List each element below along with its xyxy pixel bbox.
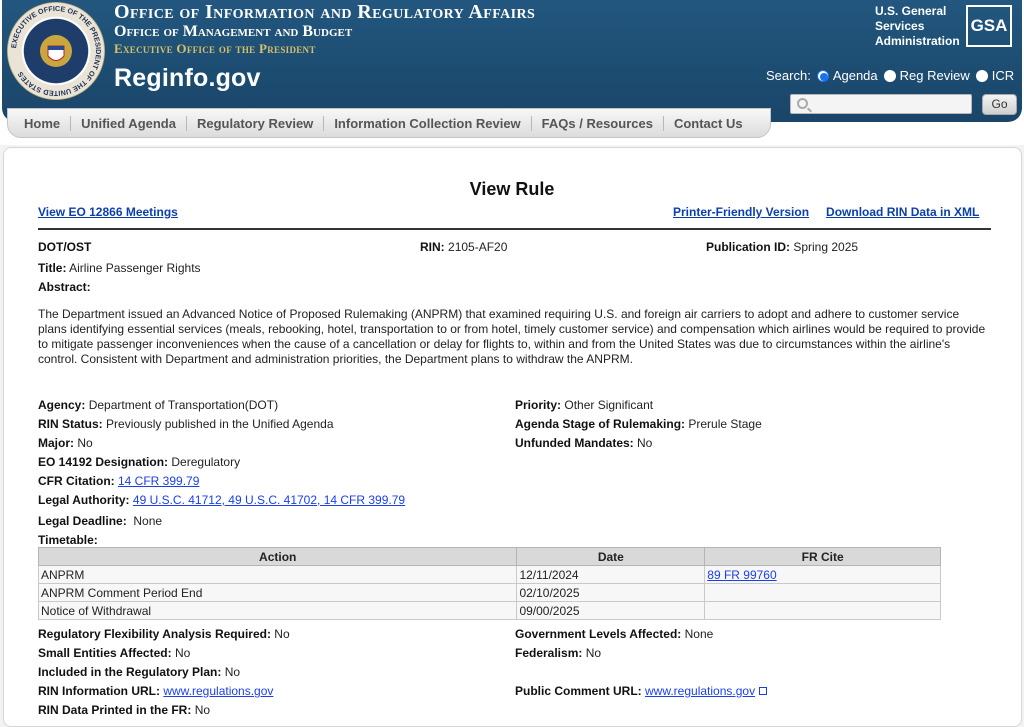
action-cell: ANPRM: [37, 565, 518, 584]
public-comment-url-field: Public Comment URL: www.regulations.gov: [515, 684, 768, 698]
search-radio-icr[interactable]: [975, 69, 988, 82]
eop-title: Executive Office of the President: [114, 41, 316, 56]
agenda-stage-field: Agenda Stage of Rulemaking: Prerule Stag…: [515, 417, 762, 431]
rin-status-field: RIN Status: Previously published in the …: [38, 417, 334, 431]
action-cell: ANPRM Comment Period End: [37, 583, 518, 602]
rin-info-url-link[interactable]: www.regulations.gov: [163, 684, 273, 698]
cfr-citation-field: CFR Citation: 14 CFR 399.79: [38, 474, 200, 488]
eo-designation-field: EO 14192 Designation: Deregulatory: [38, 455, 241, 469]
rin-info-url-field: RIN Information URL: www.regulations.gov: [38, 684, 274, 698]
major-field: Major: No: [38, 436, 93, 450]
search-type-selector: Search: Agenda Reg Review ICR: [766, 68, 1014, 83]
date-cell: 02/10/2025: [516, 583, 706, 602]
title-field: Title: Airline Passenger Rights: [38, 261, 201, 275]
fr-cite-cell: [704, 583, 941, 602]
search-option-agenda-label[interactable]: Agenda: [833, 68, 878, 83]
omb-title: Office of Management and Budget: [114, 23, 353, 40]
date-cell: 12/11/2024: [516, 565, 706, 584]
site-name-link[interactable]: Reginfo.gov: [114, 64, 261, 93]
small-entities-field: Small Entities Affected: No: [38, 646, 191, 660]
nav-unified-agenda[interactable]: Unified Agenda: [71, 115, 187, 131]
go-button[interactable]: Go: [982, 94, 1017, 115]
date-cell: 09/00/2025: [516, 601, 706, 620]
regulatory-plan-field: Included in the Regulatory Plan: No: [38, 665, 241, 679]
agency-field: Agency: Department of Transportation(DOT…: [38, 398, 279, 412]
column-header-fr-cite: FR Cite: [704, 547, 941, 566]
nav-contact-us[interactable]: Contact Us: [664, 116, 753, 131]
timetable-table: Action Date FR Cite ANPRM 12/11/2024 89 …: [37, 547, 941, 620]
reg-flex-analysis-field: Regulatory Flexibility Analysis Required…: [38, 627, 290, 641]
fr-cite-cell: [704, 601, 941, 620]
search-label: Search:: [766, 68, 811, 83]
government-levels-field: Government Levels Affected: None: [515, 627, 714, 641]
office-title: Office of Information and Regulatory Aff…: [114, 1, 536, 23]
rin-field: RIN: 2105-AF20: [420, 240, 508, 254]
search-option-icr-label[interactable]: ICR: [992, 68, 1014, 83]
page-title: View Rule: [469, 179, 555, 199]
rin-printed-fr-field: RIN Data Printed in the FR: No: [38, 703, 211, 717]
fr-cite-link[interactable]: 89 FR 99760: [707, 568, 776, 582]
gsa-name[interactable]: U.S. General Services Administration: [875, 4, 960, 49]
search-icon: [797, 98, 808, 109]
printer-friendly-link[interactable]: Printer-Friendly Version: [673, 205, 809, 219]
legal-deadline-field: Legal Deadline: None: [38, 514, 163, 528]
abstract-label: Abstract:: [38, 280, 91, 294]
action-cell: Notice of Withdrawal: [37, 601, 518, 620]
publication-id-field: Publication ID: Spring 2025: [706, 240, 859, 254]
legal-authority-field: Legal Authority: 49 U.S.C. 41712, 49 U.S…: [38, 493, 406, 507]
federalism-field: Federalism: No: [515, 646, 602, 660]
gsa-logo[interactable]: GSA: [966, 5, 1012, 47]
search-radio-agenda[interactable]: [816, 69, 829, 82]
seal-ring-text: EXECUTIVE OFFICE OF THE PRESIDENT OF THE…: [9, 4, 103, 98]
search-radio-reg-review[interactable]: [883, 69, 896, 82]
public-comment-url-link[interactable]: www.regulations.gov: [645, 684, 755, 698]
table-row: ANPRM 12/11/2024 89 FR 99760: [37, 565, 941, 584]
priority-field: Priority: Other Significant: [515, 398, 654, 412]
fr-cite-cell: 89 FR 99760: [704, 565, 941, 584]
download-xml-link[interactable]: Download RIN Data in XML: [826, 205, 979, 219]
external-link-icon: [759, 687, 768, 695]
table-row: Notice of Withdrawal 09/00/2025: [37, 601, 941, 620]
unfunded-mandates-field: Unfunded Mandates: No: [515, 436, 653, 450]
eo-meetings-link[interactable]: View EO 12866 Meetings: [38, 205, 178, 219]
search-input[interactable]: [790, 94, 972, 114]
abstract-text: The Department issued an Advanced Notice…: [38, 307, 986, 366]
divider: [38, 228, 991, 230]
main-nav: Home Unified Agenda Regulatory Review In…: [7, 108, 771, 138]
table-header-row: Action Date FR Cite: [37, 547, 941, 566]
table-row: ANPRM Comment Period End 02/10/2025: [37, 583, 941, 602]
nav-faqs-resources[interactable]: FAQs / Resources: [532, 115, 664, 131]
nav-information-collection-review[interactable]: Information Collection Review: [324, 115, 532, 131]
site-header: EXECUTIVE OFFICE OF THE PRESIDENT OF THE…: [0, 0, 1024, 145]
column-header-action: Action: [37, 547, 518, 566]
column-header-date: Date: [516, 547, 706, 566]
search-option-reg-review-label[interactable]: Reg Review: [900, 68, 970, 83]
agency-code: DOT/OST: [38, 240, 92, 254]
legal-authority-link[interactable]: 49 U.S.C. 41712, 49 U.S.C. 41702, 14 CFR…: [133, 493, 405, 507]
cfr-citation-link[interactable]: 14 CFR 399.79: [118, 474, 199, 488]
timetable-label: Timetable:: [38, 533, 98, 547]
nav-regulatory-review[interactable]: Regulatory Review: [187, 115, 325, 131]
nav-home[interactable]: Home: [14, 115, 72, 131]
